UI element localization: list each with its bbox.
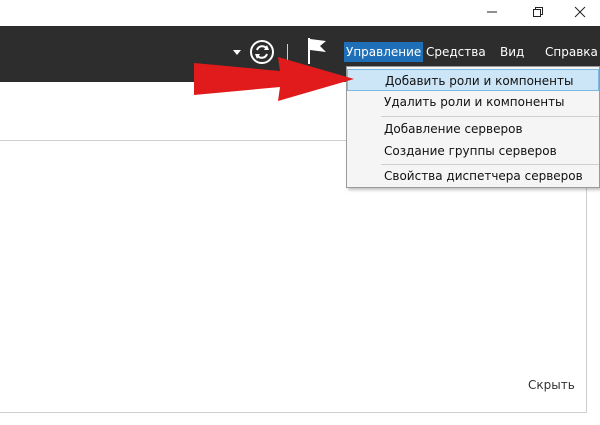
panel-border-bottom	[0, 412, 587, 413]
minimize-icon	[487, 11, 497, 13]
menu-tools[interactable]: Средства	[426, 42, 486, 62]
menu-help[interactable]: Справка	[545, 42, 598, 62]
menu-item-create-server-group[interactable]: Создание группы серверов	[347, 140, 599, 162]
restore-icon	[533, 7, 543, 17]
red-arrow-annotation	[194, 57, 354, 101]
hide-link[interactable]: Скрыть	[528, 378, 575, 392]
menu-item-label: Добавление серверов	[384, 122, 523, 136]
menu-view[interactable]: Вид	[500, 42, 524, 62]
menu-item-label: Добавить роли и компоненты	[385, 74, 574, 88]
menu-item-server-manager-properties[interactable]: Свойства диспетчера серверов	[347, 165, 599, 187]
menu-item-remove-roles[interactable]: Удалить роли и компоненты	[347, 91, 599, 113]
menu-item-label: Удалить роли и компоненты	[384, 95, 565, 109]
manage-dropdown-menu: Добавить роли и компоненты Удалить роли …	[346, 66, 600, 188]
menu-separator	[381, 116, 599, 117]
close-icon	[574, 6, 586, 18]
menu-item-add-roles[interactable]: Добавить роли и компоненты	[347, 69, 599, 91]
close-button[interactable]	[558, 0, 600, 24]
title-bar	[0, 0, 600, 26]
menu-item-label: Свойства диспетчера серверов	[384, 169, 583, 183]
menu-item-add-servers[interactable]: Добавление серверов	[347, 118, 599, 140]
minimize-button[interactable]	[470, 0, 514, 24]
restore-button[interactable]	[516, 0, 560, 24]
menu-item-label: Создание группы серверов	[384, 144, 557, 158]
